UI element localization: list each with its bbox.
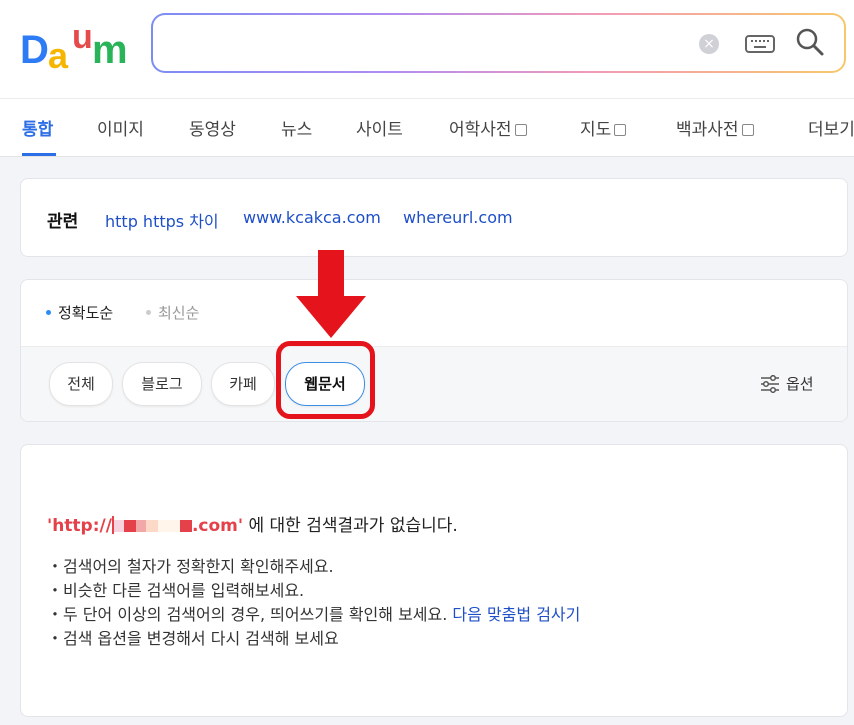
related-searches-card: 관련 http https 차이 www.kcakca.com whereurl… xyxy=(20,178,848,257)
query-prefix: 'http:// xyxy=(47,516,112,536)
tab-more[interactable]: 더보기 xyxy=(808,115,854,140)
active-tab-indicator xyxy=(22,153,56,156)
chip-all[interactable]: 전체 xyxy=(49,362,113,406)
tip-item: ・검색어의 철자가 정확한지 확인해주세요. xyxy=(47,557,334,576)
selected-dot xyxy=(46,310,51,315)
tip-text: ・두 단어 이상의 검색어의 경우, 띄어쓰기를 확인해 보세요. xyxy=(47,605,453,624)
daum-logo[interactable]: D a u m xyxy=(20,18,130,74)
search-tips: ・검색어의 철자가 정확한지 확인해주세요. ・비슷한 다른 검색어를 입력해보… xyxy=(47,555,580,651)
tab-dictionary[interactable]: 어학사전 xyxy=(449,115,527,140)
clear-icon[interactable]: × xyxy=(699,34,719,54)
tab-encyclopedia-label: 백과사전 xyxy=(676,120,739,140)
related-title: 관련 xyxy=(47,212,79,232)
options-button[interactable]: 옵션 xyxy=(760,373,814,394)
external-link-icon xyxy=(514,124,527,136)
tip-item: ・두 단어 이상의 검색어의 경우, 띄어쓰기를 확인해 보세요. 다음 맞춤법… xyxy=(47,603,580,627)
tab-videos[interactable]: 동영상 xyxy=(189,115,236,140)
sort-accuracy-label: 정확도순 xyxy=(58,304,114,322)
search-tabs: 통합 이미지 동영상 뉴스 사이트 어학사전 지도 백과사전 더보기 xyxy=(0,98,854,157)
spell-checker-link[interactable]: 다음 맞춤법 검사기 xyxy=(452,605,580,624)
annotation-arrow-icon xyxy=(296,250,366,338)
keyboard-icon[interactable] xyxy=(745,34,775,54)
filter-card: 정확도순 최신순 전체 블로그 카페 웹문서 옵션 xyxy=(20,279,848,422)
no-result-card: 'http:// .com' 에 대한 검색결과가 없습니다. ・검색어의 철자가… xyxy=(20,444,848,717)
no-result-message: 'http:// .com' 에 대한 검색결과가 없습니다. xyxy=(47,511,458,536)
no-result-text: 에 대한 검색결과가 없습니다. xyxy=(243,516,458,536)
tab-dictionary-label: 어학사전 xyxy=(449,120,512,140)
logo-letter-u: u xyxy=(72,18,93,56)
logo-letter-d: D xyxy=(20,28,49,72)
tab-map-label: 지도 xyxy=(580,120,612,140)
sort-latest-label: 최신순 xyxy=(158,304,200,322)
search-box: × xyxy=(151,13,846,73)
options-label: 옵션 xyxy=(786,375,814,393)
related-link[interactable]: www.kcakca.com xyxy=(243,208,381,227)
sort-accuracy[interactable]: 정확도순 xyxy=(46,302,113,323)
header: D a u m × xyxy=(0,0,854,98)
tip-item: ・비슷한 다른 검색어를 입력해보세요. xyxy=(47,581,305,600)
search-input[interactable] xyxy=(171,25,675,63)
category-chip-bar: 전체 블로그 카페 웹문서 옵션 xyxy=(21,346,847,421)
query-suffix: .com' xyxy=(191,516,244,536)
logo-letter-m: m xyxy=(92,28,128,72)
related-link[interactable]: http https 차이 xyxy=(105,208,219,232)
unselected-dot xyxy=(146,310,151,315)
external-link-icon xyxy=(741,124,754,136)
chip-cafe[interactable]: 카페 xyxy=(211,362,275,406)
redacted-block xyxy=(111,516,192,536)
search-inner: × xyxy=(153,15,844,71)
annotation-highlight-box xyxy=(276,341,375,419)
options-icon xyxy=(761,375,779,393)
external-link-icon xyxy=(614,124,627,136)
search-icon[interactable] xyxy=(795,27,825,57)
tab-news[interactable]: 뉴스 xyxy=(281,115,312,140)
tab-images[interactable]: 이미지 xyxy=(97,115,144,140)
tab-encyclopedia[interactable]: 백과사전 xyxy=(676,115,754,140)
tip-item: ・검색 옵션을 변경해서 다시 검색해 보세요 xyxy=(47,629,339,648)
logo-letter-a: a xyxy=(48,35,69,76)
tab-sites[interactable]: 사이트 xyxy=(356,115,403,140)
tab-map[interactable]: 지도 xyxy=(580,115,627,140)
chip-blog[interactable]: 블로그 xyxy=(122,362,202,406)
related-link[interactable]: whereurl.com xyxy=(403,208,513,227)
tab-integrated[interactable]: 통합 xyxy=(22,115,53,140)
sort-latest[interactable]: 최신순 xyxy=(146,302,199,323)
